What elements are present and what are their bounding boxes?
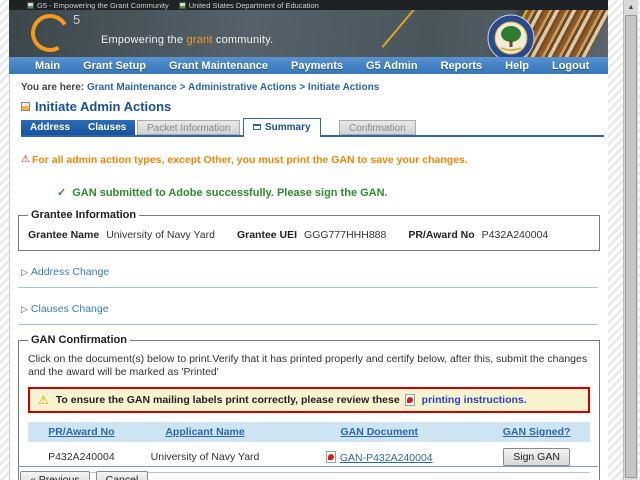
scroll-up-arrow-icon[interactable]: ▲: [624, 0, 638, 14]
warning-text: For all admin action types, except Other…: [31, 154, 468, 166]
header-banner: 5 Empowering the grant community.: [9, 10, 608, 57]
gan-confirmation-fieldset: GAN Confirmation Click on the document(s…: [18, 334, 600, 480]
table-row: P432A240004 University of Navy Yard GAN-…: [28, 442, 590, 474]
pdf-icon: [404, 394, 415, 407]
department-of-education-seal: [487, 14, 535, 57]
nav-item-grant-maintenance[interactable]: Grant Maintenance: [169, 60, 268, 72]
cell-gan-document: GAN-P432A240004: [275, 442, 484, 474]
warning-icon: ⚠: [21, 154, 30, 165]
vertical-scrollbar[interactable]: ▲: [623, 0, 638, 480]
expand-triangle-icon: ▷: [21, 266, 28, 277]
clauses-change-toggle[interactable]: ▷ Clauses Change: [21, 288, 608, 315]
printing-notice: ⚠ To ensure the GAN mailing labels print…: [28, 387, 590, 414]
tab-address[interactable]: Address: [21, 120, 80, 135]
tab-summary-label: Summary: [265, 122, 311, 133]
caution-icon: ⚠: [38, 393, 49, 408]
header-gan-document[interactable]: GAN Document: [275, 422, 484, 443]
breadcrumb-path[interactable]: Grant Maintenance > Administrative Actio…: [87, 82, 379, 93]
section-divider: [18, 324, 598, 325]
window-title: G5 - Empowering the Grant Community: [37, 0, 169, 10]
expand-triangle-icon: ▷: [21, 303, 28, 314]
footer-buttons: « Previous Cancel: [20, 471, 149, 480]
gan-instructions: Click on the document(s) below to print.…: [28, 353, 588, 379]
tagline: Empowering the grant community.: [101, 34, 273, 46]
footer-divider: [18, 466, 598, 467]
grantee-name-label: Grantee Name: [28, 229, 100, 241]
nav-item-g5-admin[interactable]: G5 Admin: [366, 60, 418, 72]
g5-logo-number: 5: [73, 12, 81, 27]
grantee-information-fieldset: Grantee Information Grantee Name Univers…: [18, 209, 600, 251]
header-pr-award-no[interactable]: PR/Award No: [28, 422, 135, 443]
printing-instructions-link[interactable]: printing instructions.: [422, 394, 527, 406]
tab-summary[interactable]: Summary: [243, 118, 321, 137]
cancel-button[interactable]: Cancel: [95, 471, 149, 480]
grantee-uei-value: GGG777HHH888: [304, 229, 387, 241]
success-message: ✓ GAN submitted to Adobe successfully. Pl…: [57, 186, 608, 199]
address-change-toggle[interactable]: ▷ Address Change: [21, 251, 608, 278]
page-title: Initiate Admin Actions: [35, 99, 172, 114]
pr-award-label: PR/Award No: [408, 229, 475, 241]
previous-button[interactable]: « Previous: [20, 471, 90, 480]
titlebar-item-g5: G5 - Empowering the Grant Community: [27, 1, 169, 10]
tab-packet-information: Packet Information: [137, 120, 241, 135]
checkmark-icon: ✓: [57, 187, 67, 199]
scrollbar-thumb[interactable]: [625, 15, 637, 478]
cell-pr-award: P432A240004: [28, 442, 135, 474]
nav-item-main[interactable]: Main: [35, 60, 60, 72]
window-title-secondary: United States Department of Education: [188, 0, 319, 10]
gan-table-header-row: PR/Award No Applicant Name GAN Document …: [28, 422, 590, 443]
active-tab-icon: [253, 124, 261, 130]
warning-message: ⚠ For all admin action types, except Oth…: [21, 154, 608, 166]
cell-applicant: Merged GAN not available: [135, 473, 276, 480]
form-icon: [21, 102, 30, 111]
g5-logo-icon: [26, 10, 74, 57]
tab-bar: Address Clauses Packet Information Summa…: [21, 118, 608, 137]
cell-gan-signed: [483, 473, 590, 480]
nav-item-grant-setup[interactable]: Grant Setup: [83, 60, 146, 72]
cell-gan-document: N/A: [275, 473, 483, 480]
page-icon: [27, 1, 34, 9]
header-applicant-name[interactable]: Applicant Name: [134, 422, 276, 443]
titlebar-item-doe: United States Department of Education: [178, 0, 319, 10]
grantee-info-row: Grantee Name University of Navy Yard Gra…: [28, 225, 590, 241]
gan-confirmation-legend: GAN Confirmation: [31, 334, 127, 346]
tab-clauses[interactable]: Clauses: [79, 120, 136, 135]
nav-item-logout[interactable]: Logout: [552, 60, 589, 72]
cell-applicant: University of Navy Yard: [134, 442, 276, 474]
tab-confirmation: Confirmation: [339, 120, 416, 135]
page-content: You are here: Grant Maintenance > Admini…: [9, 74, 608, 480]
page-icon: [178, 1, 186, 9]
nav-item-payments[interactable]: Payments: [291, 60, 343, 72]
pr-award-value: P432A240004: [481, 229, 549, 241]
main-navigation: Main Grant Setup Grant Maintenance Payme…: [9, 57, 608, 74]
success-text: GAN submitted to Adobe successfully. Ple…: [72, 187, 388, 199]
address-change-label: Address Change: [30, 266, 110, 278]
tagline-highlight: grant: [186, 34, 213, 46]
sign-gan-button[interactable]: Sign GAN: [503, 448, 570, 467]
pdf-icon: [325, 450, 336, 463]
breadcrumb-prefix: You are here:: [21, 82, 85, 93]
cell-gan-signed: Sign GAN: [483, 442, 590, 474]
clauses-change-label: Clauses Change: [30, 303, 109, 315]
breadcrumb: You are here: Grant Maintenance > Admini…: [10, 74, 608, 93]
nav-item-help[interactable]: Help: [505, 60, 529, 72]
header-gan-signed[interactable]: GAN Signed?: [483, 422, 590, 443]
printing-notice-text: To ensure the GAN mailing labels print c…: [55, 394, 400, 407]
tagline-post: community.: [212, 34, 274, 46]
grantee-uei-label: Grantee UEI: [236, 229, 298, 241]
tagline-pre: Empowering the: [101, 34, 187, 46]
window-titlebar: G5 - Empowering the Grant Community Unit…: [9, 0, 608, 10]
gan-document-link[interactable]: GAN-P432A240004: [340, 452, 433, 464]
page-title-row: Initiate Admin Actions: [21, 99, 608, 114]
grantee-information-legend: Grantee Information: [31, 209, 137, 221]
nav-item-reports[interactable]: Reports: [441, 60, 483, 72]
grantee-name-value: University of Navy Yard: [106, 229, 215, 241]
